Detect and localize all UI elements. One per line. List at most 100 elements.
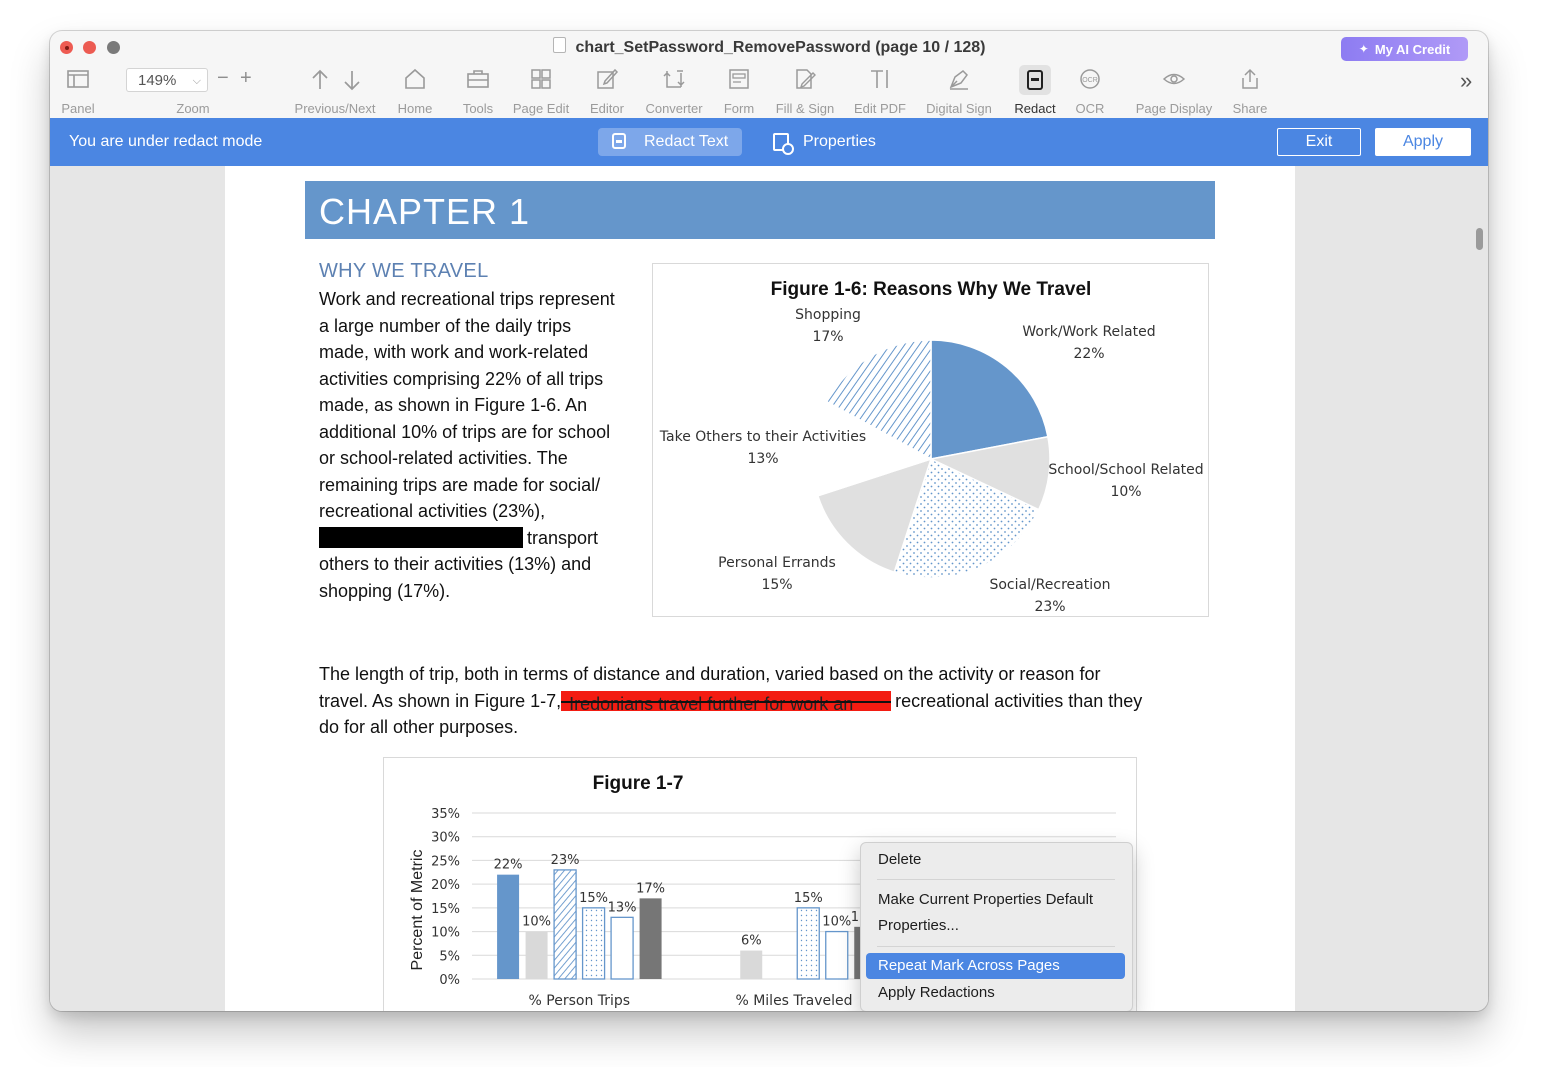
menu-separator xyxy=(877,879,1115,880)
y-tick-label: 15% xyxy=(431,902,460,917)
paragraph-why-we-travel: Work and recreational trips represent a … xyxy=(319,286,649,604)
bar-value-label: 15% xyxy=(794,891,823,906)
edit-pdf-button[interactable]: Edit PDF xyxy=(850,65,910,118)
redact-icon xyxy=(1019,65,1051,95)
window-title: chart_SetPassword_RemovePassword (page 1… xyxy=(50,37,1488,57)
pie-slice-percent: 15% xyxy=(761,577,792,593)
text-edit-icon xyxy=(865,65,895,95)
pie-slice-label: Shopping xyxy=(795,307,861,323)
title-bar: chart_SetPassword_RemovePassword (page 1… xyxy=(50,31,1488,65)
properties-button[interactable]: Properties xyxy=(771,128,876,156)
pie-chart-svg: Figure 1-6: Reasons Why We Travel Work/W… xyxy=(659,279,1204,615)
text-line-with-redaction-mark: travel. As shown in Figure 1-7, Iredonian… xyxy=(319,690,1143,711)
redact-button[interactable]: Redact xyxy=(1012,65,1058,118)
menu-item-make-default[interactable]: Make Current Properties Default xyxy=(866,887,1125,913)
paragraph-trip-length: The length of trip, both in terms of dis… xyxy=(319,661,1219,741)
share-icon xyxy=(1235,65,1265,95)
bar-value-label: 13% xyxy=(608,900,637,915)
toolbox-icon xyxy=(463,65,493,95)
text-line: shopping (17%). xyxy=(319,580,451,601)
document-viewport[interactable]: CHAPTER 1 WHY WE TRAVEL Work and recreat… xyxy=(50,166,1488,1011)
form-icon xyxy=(724,65,754,95)
bar-chart-title: Figure 1-7 xyxy=(593,773,684,794)
panel-icon xyxy=(63,65,93,95)
applied-redaction-block[interactable] xyxy=(319,526,523,548)
page-edit-button[interactable]: Page Edit xyxy=(510,65,572,118)
menu-item-delete[interactable]: Delete xyxy=(866,847,1125,873)
my-ai-credit-button[interactable]: ✦ My AI Credit xyxy=(1341,37,1468,61)
vertical-scrollbar-thumb[interactable] xyxy=(1476,228,1483,250)
menu-item-repeat-mark[interactable]: Repeat Mark Across Pages xyxy=(866,953,1125,979)
exit-button[interactable]: Exit xyxy=(1277,128,1361,156)
zoom-in-button[interactable]: + xyxy=(240,67,252,90)
bar xyxy=(581,907,606,980)
bar xyxy=(796,907,820,980)
editor-button[interactable]: Editor xyxy=(585,65,629,118)
pie-slice-label: School/School Related xyxy=(1048,462,1203,478)
edit-icon xyxy=(592,65,622,95)
y-tick-label: 5% xyxy=(439,949,460,964)
fill-sign-button[interactable]: Fill & Sign xyxy=(770,65,840,118)
pie-slice-label: Social/Recreation xyxy=(989,577,1110,593)
y-tick-label: 10% xyxy=(431,926,460,941)
text-line: or school-related activities. The xyxy=(319,448,568,468)
bar-value-label: 17% xyxy=(636,881,665,896)
text-line: remaining trips are made for social/ xyxy=(319,474,601,495)
form-button[interactable]: Form xyxy=(717,65,761,118)
fill-sign-icon xyxy=(790,65,820,95)
pending-redaction-mark[interactable]: Iredonians travel further for work an xyxy=(561,690,892,711)
bar-value-label: 15% xyxy=(579,891,608,906)
grid-icon xyxy=(526,65,556,95)
home-button[interactable]: Home xyxy=(393,65,437,118)
pie-slice-percent: 23% xyxy=(1034,599,1065,615)
sparkle-icon: ✦ xyxy=(1358,42,1369,56)
apply-button[interactable]: Apply xyxy=(1375,128,1471,156)
bar-value-label: 6% xyxy=(741,934,762,949)
svg-text:OCR: OCR xyxy=(1082,77,1098,84)
bar xyxy=(825,930,849,980)
tools-button[interactable]: Tools xyxy=(456,65,500,118)
pen-nib-icon xyxy=(944,65,974,95)
text-line: do for all other purposes. xyxy=(319,717,519,737)
converter-button[interactable]: Converter xyxy=(641,65,707,118)
ocr-icon: OCR xyxy=(1075,65,1105,95)
redaction-strike xyxy=(561,700,892,703)
bar xyxy=(740,950,763,979)
pie-chart-title: Figure 1-6: Reasons Why We Travel xyxy=(771,279,1092,300)
menu-item-properties[interactable]: Properties... xyxy=(866,913,1125,939)
menu-item-apply-redactions[interactable]: Apply Redactions xyxy=(866,980,1125,1006)
toolbar-overflow-button[interactable]: » xyxy=(1460,68,1472,94)
chapter-banner: CHAPTER 1 xyxy=(305,181,1215,239)
y-axis-label: Percent of Metric xyxy=(409,850,426,971)
context-menu: Delete Make Current Properties Default P… xyxy=(860,842,1133,1011)
app-window: chart_SetPassword_RemovePassword (page 1… xyxy=(50,31,1488,1011)
panel-button[interactable]: Panel xyxy=(56,65,100,118)
bar xyxy=(610,916,634,980)
bar-value-label: 10% xyxy=(822,915,851,930)
ocr-button[interactable]: OCR OCR xyxy=(1068,65,1112,118)
y-tick-label: 20% xyxy=(431,878,460,893)
text-line: Work and recreational trips represent xyxy=(319,289,615,309)
bar-value-label: 10% xyxy=(522,915,551,930)
digital-sign-button[interactable]: Digital Sign xyxy=(922,65,996,118)
chapter-title: CHAPTER 1 xyxy=(319,191,531,232)
text-line: recreational activities (23%), xyxy=(319,501,546,521)
x-category-label: % Person Trips xyxy=(529,993,631,1009)
page-display-button[interactable]: Page Display xyxy=(1131,65,1217,118)
pie-slice-percent: 17% xyxy=(812,329,843,345)
section-heading: WHY WE TRAVEL xyxy=(319,260,489,282)
arrow-up-down-icon xyxy=(305,65,365,95)
pdf-page: CHAPTER 1 WHY WE TRAVEL Work and recreat… xyxy=(225,166,1295,1011)
bar-value-label: 22% xyxy=(494,858,523,873)
figure-1-6-pie-chart: Figure 1-6: Reasons Why We Travel Work/W… xyxy=(652,263,1209,617)
y-tick-label: 30% xyxy=(431,831,460,846)
bar xyxy=(639,898,662,979)
redact-text-icon xyxy=(612,133,626,149)
redact-text-button[interactable]: Redact Text xyxy=(598,128,742,156)
home-icon xyxy=(400,65,430,95)
pie-slice-percent: 22% xyxy=(1073,346,1104,362)
text-line: a large number of the daily trips xyxy=(319,315,572,336)
previous-next-buttons[interactable]: Previous/Next xyxy=(288,65,382,118)
menu-separator xyxy=(877,946,1115,947)
share-button[interactable]: Share xyxy=(1228,65,1272,118)
